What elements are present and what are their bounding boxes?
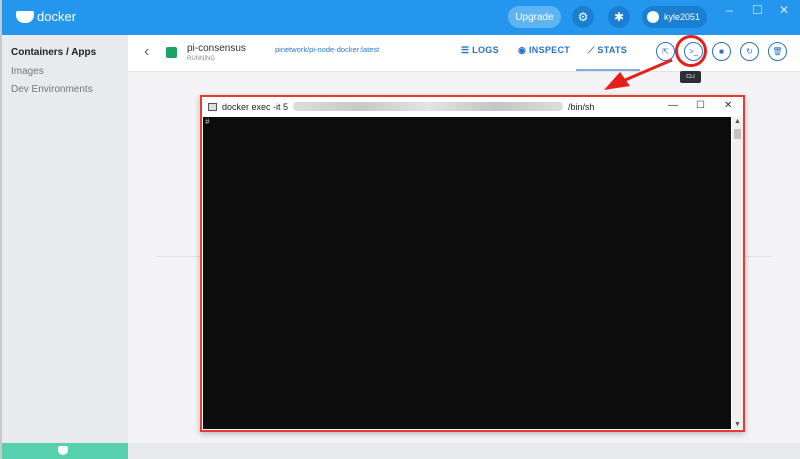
scroll-up-icon[interactable]: ▲ <box>734 118 741 125</box>
terminal-close[interactable]: ✕ <box>724 100 732 111</box>
stop-button[interactable]: ■ <box>712 42 731 61</box>
terminal-minimize[interactable]: — <box>668 100 678 111</box>
container-name: pi-consensus <box>187 43 246 54</box>
terminal-maximize[interactable]: ☐ <box>696 100 705 111</box>
upgrade-button[interactable]: Upgrade <box>508 6 561 28</box>
shell-prompt: # <box>205 118 210 127</box>
tab-logs[interactable]: ☰ LOGS <box>461 45 499 56</box>
terminal-scrollbar[interactable]: ▲ ▼ <box>732 117 743 429</box>
terminal-title: docker exec -it 5 <box>222 101 289 112</box>
terminal-title-bar: docker exec -it 5 /bin/sh — ☐ ✕ <box>202 97 743 116</box>
list-icon: ☰ <box>461 45 473 55</box>
back-chevron-icon[interactable]: ‹ <box>144 43 149 61</box>
tab-label: STATS <box>597 45 628 55</box>
maximize-button[interactable]: ☐ <box>752 3 763 17</box>
sidebar: Containers / Apps Images Dev Environment… <box>2 35 128 443</box>
title-bar: docker Upgrade ⚙ ✱ kyle2051 – ☐ ✕ <box>2 0 800 35</box>
tab-inspect[interactable]: ◉ INSPECT <box>518 45 570 56</box>
sidebar-item-dev-environments[interactable]: Dev Environments <box>2 81 128 100</box>
highlight-circle <box>675 35 707 67</box>
whale-icon <box>58 446 68 455</box>
scroll-down-icon[interactable]: ▼ <box>734 421 741 428</box>
active-tab-indicator <box>576 69 640 71</box>
terminal-command: /bin/sh <box>568 101 595 112</box>
username: kyle2051 <box>664 12 701 22</box>
console-icon <box>208 102 217 111</box>
open-in-browser-button[interactable]: ⇱ <box>656 42 675 61</box>
tab-label: LOGS <box>472 45 499 55</box>
cli-tooltip: CLI <box>680 71 701 83</box>
container-cube-icon <box>166 47 177 58</box>
scroll-thumb[interactable] <box>734 129 741 139</box>
terminal-window[interactable]: docker exec -it 5 /bin/sh — ☐ ✕ # ▲ ▼ <box>200 95 745 432</box>
status-bar <box>2 443 800 459</box>
container-status: RUNNING <box>187 56 215 62</box>
restart-button[interactable]: ↻ <box>740 42 759 61</box>
eye-icon: ◉ <box>518 45 529 55</box>
whale-icon <box>16 10 34 23</box>
engine-status[interactable] <box>2 443 128 459</box>
redacted-container-id <box>293 102 564 111</box>
settings-gear-icon[interactable]: ⚙ <box>572 6 594 28</box>
chart-icon: ⟋ <box>588 45 598 55</box>
delete-button[interactable]: 🗑 <box>768 42 787 61</box>
docker-logo: docker <box>16 9 76 24</box>
terminal-screen[interactable]: # <box>203 117 731 429</box>
app-name: docker <box>37 9 77 24</box>
tab-stats[interactable]: ⟋ STATS <box>588 45 627 56</box>
container-image-link[interactable]: pinetwork/pi-node-docker:latest <box>275 45 379 54</box>
minimize-button[interactable]: – <box>726 3 733 17</box>
bug-icon[interactable]: ✱ <box>608 6 630 28</box>
avatar-icon <box>647 11 659 23</box>
account-button[interactable]: kyle2051 <box>642 6 707 28</box>
sidebar-item-images[interactable]: Images <box>2 63 128 82</box>
close-button[interactable]: ✕ <box>779 3 789 17</box>
tab-label: INSPECT <box>528 45 571 55</box>
sidebar-item-containers[interactable]: Containers / Apps <box>2 44 128 63</box>
